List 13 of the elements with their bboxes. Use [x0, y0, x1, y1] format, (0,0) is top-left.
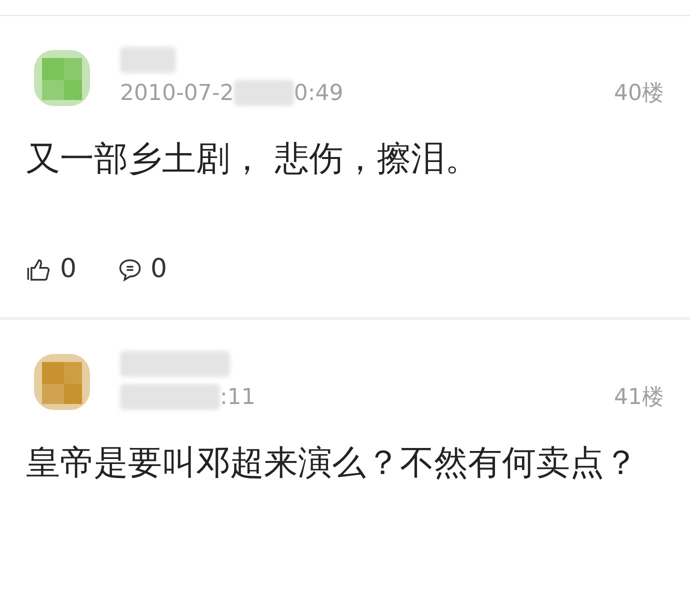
reply-button[interactable]: 0	[116, 250, 168, 289]
blurred-username	[120, 46, 176, 72]
timestamp: 2010-07-2	[120, 80, 234, 108]
speech-bubble-icon	[116, 256, 143, 282]
blurred-timestamp	[234, 80, 294, 106]
timestamp: :11	[220, 384, 256, 412]
like-button[interactable]: 0	[26, 250, 77, 289]
thumbs-up-icon	[26, 256, 52, 282]
comment-text: 又一部乡土剧， 悲伤，擦泪。	[26, 138, 480, 181]
floor-number: 40楼	[614, 80, 664, 108]
floor-number: 41楼	[614, 384, 664, 412]
timestamp: 0:49	[294, 80, 344, 108]
comment-text: 皇帝是要叫邓超来演么？不然有何卖点？	[26, 442, 639, 485]
